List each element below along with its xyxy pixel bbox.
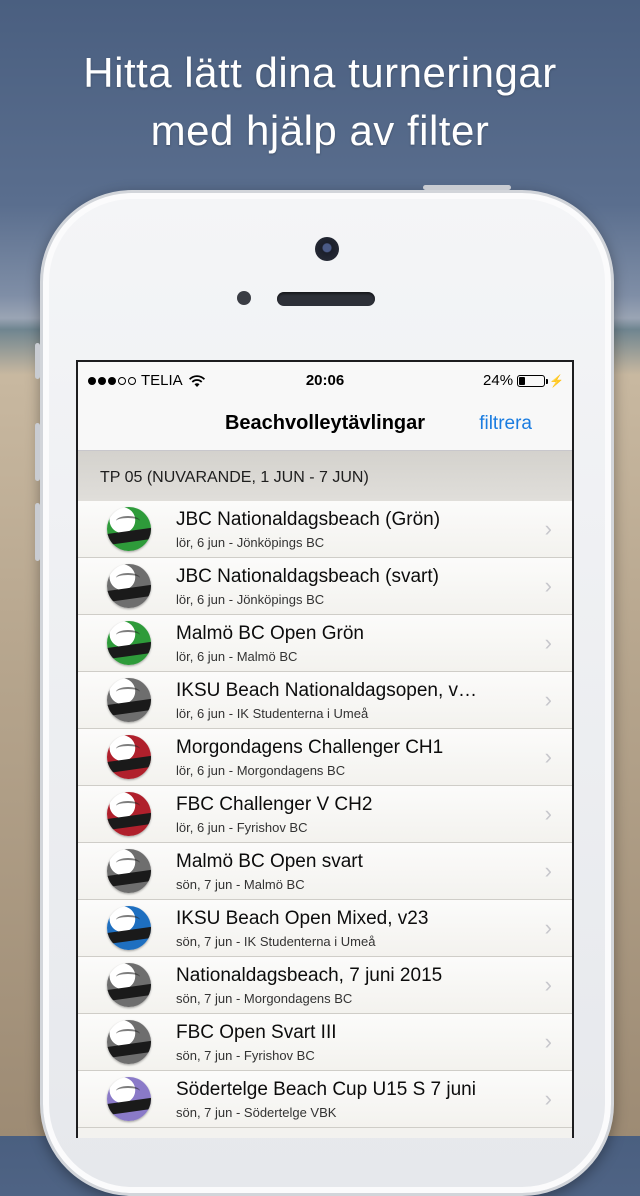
ball-band — [107, 869, 151, 888]
phone-volume-down — [35, 503, 40, 561]
tournament-title: JBC Nationaldagsbeach (svart) — [176, 566, 439, 587]
ball-signature — [116, 516, 140, 526]
promo-headline-line1: Hitta lätt dina turneringar — [83, 49, 557, 96]
app-screen: TELIA 20:06 24% ⚡ Beachvolleytävlingar f… — [76, 360, 574, 1138]
chevron-right-icon: › — [544, 573, 552, 598]
chevron-right-icon: › — [544, 972, 552, 997]
earpiece-speaker — [277, 292, 375, 306]
tournament-row[interactable]: FBC Challenger V CH2 lör, 6 jun - Fyrisho… — [78, 786, 572, 843]
proximity-sensor — [237, 291, 251, 305]
tournament-title: Morgondagens Challenger CH1 — [176, 737, 444, 758]
volleyball-icon — [107, 906, 151, 950]
ball-band — [107, 755, 151, 774]
tournament-title: IKSU Beach Nationaldagsopen, v… — [176, 680, 478, 701]
tournament-subtitle: lör, 6 jun - Fyrishov BC — [176, 820, 308, 835]
battery-percent: 24% — [483, 372, 514, 389]
status-right: 24% ⚡ — [483, 372, 564, 389]
tournament-subtitle: lör, 6 jun - Malmö BC — [176, 649, 298, 664]
volleyball-icon — [107, 564, 151, 608]
tournament-subtitle: lör, 6 jun - Jönköpings BC — [176, 535, 325, 550]
phone-power-button — [423, 185, 511, 190]
tournament-title: Malmö BC Open Grön — [176, 623, 364, 644]
chevron-right-icon: › — [544, 858, 552, 883]
volleyball-icon — [107, 1077, 151, 1121]
volleyball-icon — [107, 507, 151, 551]
volleyball-icon — [107, 678, 151, 722]
ball-signature — [116, 1086, 140, 1096]
tournament-row[interactable]: JBC Nationaldagsbeach (Grön) lör, 6 jun -… — [78, 501, 572, 558]
phone-mute-switch — [35, 343, 40, 379]
ball-signature — [116, 573, 140, 583]
tournament-row[interactable]: Nationaldagsbeach, 7 juni 2015 sön, 7 jun… — [78, 957, 572, 1014]
tournament-title: IKSU Beach Open Mixed, v23 — [176, 908, 429, 929]
chevron-right-icon: › — [544, 687, 552, 712]
tournament-subtitle: sön, 7 jun - IK Studenterna i Umeå — [176, 934, 376, 949]
tournament-title: FBC Open Svart III — [176, 1022, 337, 1043]
ball-band — [107, 1040, 151, 1059]
phone-volume-up — [35, 423, 40, 481]
chevron-right-icon: › — [544, 516, 552, 541]
tournament-subtitle: sön, 7 jun - Fyrishov BC — [176, 1048, 315, 1063]
volleyball-icon — [107, 621, 151, 665]
chevron-right-icon: › — [544, 915, 552, 940]
tournament-row[interactable]: FBC Open Svart III sön, 7 jun - Fyrishov … — [78, 1014, 572, 1071]
ball-band — [107, 641, 151, 660]
tournament-subtitle: sön, 7 jun - Södertelge VBK — [176, 1105, 337, 1120]
tournament-row[interactable]: IKSU Beach Open Mixed, v23 sön, 7 jun - I… — [78, 900, 572, 957]
tournament-subtitle: lör, 6 jun - IK Studenterna i Umeå — [176, 706, 369, 721]
tournament-title: Södertelge Beach Cup U15 S 7 juni — [176, 1079, 476, 1100]
chevron-right-icon: › — [544, 1086, 552, 1111]
tournament-row[interactable]: JBC Nationaldagsbeach (svart) lör, 6 jun … — [78, 558, 572, 615]
tournament-title: Malmö BC Open svart — [176, 851, 363, 872]
tournament-list: JBC Nationaldagsbeach (Grön) lör, 6 jun -… — [78, 501, 572, 1128]
tournament-subtitle: lör, 6 jun - Morgondagens BC — [176, 763, 346, 778]
promo-headline: Hitta lätt dina turneringar med hjälp av… — [0, 44, 640, 160]
volleyball-icon — [107, 735, 151, 779]
front-camera-icon — [315, 237, 339, 261]
ball-band — [107, 926, 151, 945]
ball-band — [107, 1097, 151, 1116]
section-header-label: TP 05 (NUVARANDE, 1 JUN - 7 JUN) — [100, 469, 369, 486]
tournament-row[interactable]: Morgondagens Challenger CH1 lör, 6 jun - … — [78, 729, 572, 786]
filter-button[interactable]: filtrera — [479, 413, 532, 435]
promo-headline-line2: med hjälp av filter — [150, 107, 490, 154]
volleyball-icon — [107, 1020, 151, 1064]
ball-signature — [116, 744, 140, 754]
tournament-subtitle: lör, 6 jun - Jönköpings BC — [176, 592, 325, 607]
tournament-row[interactable]: Södertelge Beach Cup U15 S 7 juni sön, 7 … — [78, 1071, 572, 1128]
ball-signature — [116, 858, 140, 868]
chevron-right-icon: › — [544, 801, 552, 826]
ball-signature — [116, 915, 140, 925]
tournament-title: JBC Nationaldagsbeach (Grön) — [176, 509, 441, 530]
section-header: TP 05 (NUVARANDE, 1 JUN - 7 JUN) — [78, 451, 572, 501]
battery-icon — [517, 374, 549, 387]
tournament-title: Nationaldagsbeach, 7 juni 2015 — [176, 965, 443, 986]
ball-signature — [116, 630, 140, 640]
tournament-row[interactable]: IKSU Beach Nationaldagsopen, v… lör, 6 ju… — [78, 672, 572, 729]
chevron-right-icon: › — [544, 1029, 552, 1054]
tournament-subtitle: sön, 7 jun - Morgondagens BC — [176, 991, 353, 1006]
chevron-right-icon: › — [544, 630, 552, 655]
ball-signature — [116, 801, 140, 811]
ball-band — [107, 812, 151, 831]
status-bar: TELIA 20:06 24% ⚡ — [78, 362, 572, 398]
ball-signature — [116, 687, 140, 697]
ball-band — [107, 698, 151, 717]
tournament-title: FBC Challenger V CH2 — [176, 794, 373, 815]
navigation-bar: Beachvolleytävlingar filtrera — [78, 398, 572, 451]
volleyball-icon — [107, 963, 151, 1007]
chevron-right-icon: › — [544, 744, 552, 769]
ball-band — [107, 584, 151, 603]
ball-signature — [116, 972, 140, 982]
ball-band — [107, 983, 151, 1002]
tournament-row[interactable]: Malmö BC Open Grön lör, 6 jun - Malmö BC › — [78, 615, 572, 672]
ball-band — [107, 527, 151, 546]
volleyball-icon — [107, 849, 151, 893]
tournament-row[interactable]: Malmö BC Open svart sön, 7 jun - Malmö BC… — [78, 843, 572, 900]
battery-fill — [519, 376, 526, 385]
ball-signature — [116, 1029, 140, 1039]
charging-bolt-icon: ⚡ — [549, 373, 564, 388]
tournament-subtitle: sön, 7 jun - Malmö BC — [176, 877, 305, 892]
volleyball-icon — [107, 792, 151, 836]
